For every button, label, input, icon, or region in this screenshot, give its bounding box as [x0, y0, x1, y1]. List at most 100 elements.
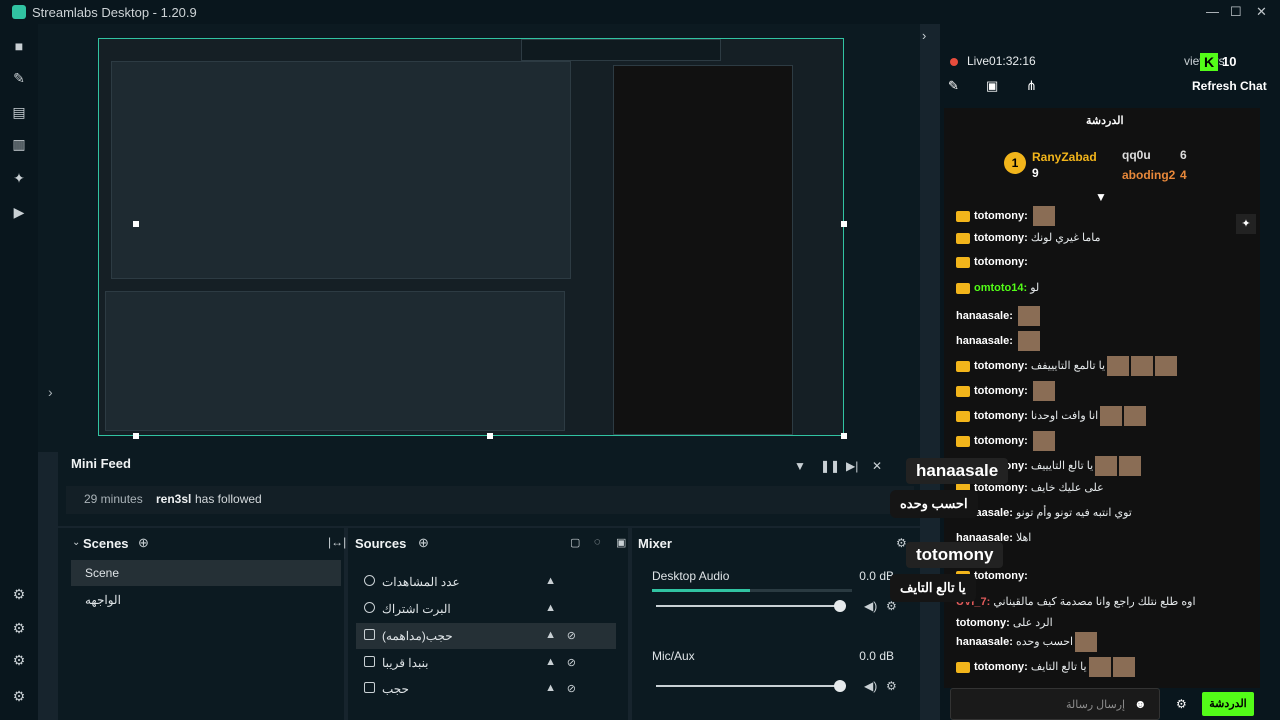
add-scene-icon[interactable]: ⊕: [138, 535, 149, 551]
resize-handle-bottom[interactable]: [487, 433, 493, 439]
source-item[interactable]: البرت اشتراك ▲: [356, 596, 616, 622]
crown-icon: [956, 232, 970, 244]
leader-count: 6: [1180, 148, 1187, 162]
lock-icon[interactable]: ▲: [545, 602, 556, 614]
globe-icon: [364, 575, 375, 586]
gear-icon[interactable]: ⚙: [1176, 697, 1187, 711]
chat-message: totomony:: [956, 206, 1055, 226]
resize-handle-left[interactable]: [133, 221, 139, 227]
globe-icon: [364, 602, 375, 613]
pin-icon[interactable]: ✦: [1236, 214, 1256, 234]
source-item[interactable]: حجب ▲ ⊘: [356, 676, 616, 702]
source-item[interactable]: عدد المشاهدات ▲: [356, 569, 616, 595]
emote: [1131, 356, 1154, 376]
chat-input[interactable]: [950, 688, 1160, 720]
source-item[interactable]: بنبدا قريبا ▲ ⊘: [356, 650, 616, 676]
emoji-icon[interactable]: ☻: [1134, 697, 1147, 711]
close-icon[interactable]: ✕: [1256, 4, 1267, 20]
eye-hidden-icon[interactable]: ⊘: [567, 629, 576, 642]
send-chat-button[interactable]: الدردشة: [1202, 692, 1254, 716]
layouts-icon[interactable]: ▥: [11, 136, 27, 152]
editor-preview: ›: [38, 24, 920, 452]
chat-message: totomony: على عليك خايف: [956, 481, 1104, 501]
lock-icon[interactable]: ▲: [545, 682, 556, 694]
resize-handle-bottom-right[interactable]: [841, 433, 847, 439]
refresh-chat-button[interactable]: Refresh Chat: [1192, 79, 1267, 93]
resize-handle-right[interactable]: [841, 221, 847, 227]
volume-slider[interactable]: [656, 680, 846, 692]
skip-icon[interactable]: ▶|: [846, 459, 858, 473]
chat-message: hanaasale: توي انتبه فيه تونو وأم تونو: [956, 507, 1132, 519]
ai-icon[interactable]: ⚙: [11, 586, 27, 602]
lock-icon[interactable]: ▲: [545, 656, 556, 668]
volume-icon[interactable]: ◀): [864, 679, 877, 693]
emote: [1095, 456, 1118, 476]
title-bar: Streamlabs Desktop - 1.20.9: [0, 0, 1280, 24]
collapse-icon[interactable]: |↔|: [328, 535, 346, 549]
scenes-title: Scenes: [83, 536, 129, 551]
lock-all-icon[interactable]: ▣: [616, 536, 626, 549]
folder-icon[interactable]: ▢: [570, 536, 580, 549]
crown-icon: [956, 661, 970, 673]
gear-icon[interactable]: ⚙: [886, 679, 897, 693]
nested-docks: [105, 291, 565, 431]
maximize-icon[interactable]: ☐: [1230, 4, 1242, 20]
minimize-icon[interactable]: —: [1206, 4, 1219, 19]
leader-count: 4: [1180, 168, 1187, 182]
dashboard-icon[interactable]: ⚙: [11, 652, 27, 668]
store-icon[interactable]: ▤: [11, 104, 27, 120]
play-icon[interactable]: ▶: [11, 204, 27, 220]
crown-icon: [956, 282, 970, 294]
stream-canvas[interactable]: [98, 38, 844, 436]
tools-icon[interactable]: ⚙: [11, 620, 27, 636]
kick-logo-icon: K: [1200, 53, 1218, 71]
chat-message: UVI_7: اوه طلع نتلك راجع وانا مصدمة كيف …: [956, 596, 1196, 608]
themes-icon[interactable]: ✎: [11, 70, 27, 86]
nested-chat: [613, 65, 793, 435]
resize-handle-bottom-left[interactable]: [133, 433, 139, 439]
mixer-row-desktop: Desktop Audio 0.0 dB ◀) ⚙: [652, 569, 897, 613]
left-sidebar: ■ ✎ ▤ ▥ ✦ ▶ ⚙ ⚙ ⚙ ⚙: [0, 24, 38, 720]
emote: [1124, 406, 1147, 426]
edit-icon[interactable]: ✎: [948, 78, 959, 94]
popout-icon[interactable]: ▣: [986, 78, 998, 94]
scene-item-scene[interactable]: Scene: [71, 560, 341, 586]
pause-icon[interactable]: ❚❚: [820, 459, 840, 473]
hide-all-icon[interactable]: ◌: [594, 536, 601, 548]
filter-icon[interactable]: ▼: [794, 459, 806, 473]
mini-feed-title: Mini Feed: [71, 456, 131, 471]
highlighter-icon[interactable]: ✦: [11, 170, 27, 186]
slider-knob[interactable]: [834, 680, 846, 692]
chevron-down-icon[interactable]: ⌄: [72, 537, 80, 548]
chat-message: totomony: يا تالع التايف: [956, 657, 1135, 677]
chat-message: hanaasale: احسب وحده: [956, 632, 1098, 652]
scene-item-interface[interactable]: الواجهه: [71, 587, 341, 613]
eye-hidden-icon[interactable]: ⊘: [567, 682, 576, 695]
leader-count: 9: [1032, 166, 1039, 180]
eye-hidden-icon[interactable]: ⊘: [567, 656, 576, 669]
crown-icon: [956, 385, 970, 397]
volume-slider[interactable]: [656, 600, 846, 612]
chat-message: totomony: يا تالمع التايييفف: [956, 356, 1178, 376]
volume-icon[interactable]: ◀): [864, 599, 877, 613]
settings-icon[interactable]: ⚙: [11, 688, 27, 704]
chevron-down-icon[interactable]: ▼: [1095, 190, 1107, 204]
chevron-right-icon[interactable]: ›: [48, 384, 53, 400]
source-item[interactable]: حجب(مداهمه) ▲ ⊘: [356, 623, 616, 649]
mute-icon[interactable]: ✕: [872, 459, 882, 473]
chevron-right-icon[interactable]: ›: [922, 28, 926, 43]
overlay-username: hanaasale: [906, 458, 1009, 484]
scenes-dock: [58, 528, 344, 720]
add-source-icon[interactable]: ⊕: [418, 535, 429, 551]
lock-icon[interactable]: ▲: [545, 575, 556, 587]
image-icon: [364, 656, 375, 667]
rank-badge: 1: [1004, 152, 1026, 174]
lock-icon[interactable]: ▲: [545, 629, 556, 641]
slider-knob[interactable]: [834, 600, 846, 612]
studio-icon[interactable]: ■: [11, 38, 27, 54]
share-icon[interactable]: ⋔: [1026, 78, 1037, 94]
overlay-message: يا تالع التايف: [890, 574, 976, 602]
chat-input-placeholder: إرسال رسالة: [1066, 699, 1126, 711]
live-indicator-icon: [950, 58, 958, 66]
chat-message: hanaasale:: [956, 306, 1040, 326]
